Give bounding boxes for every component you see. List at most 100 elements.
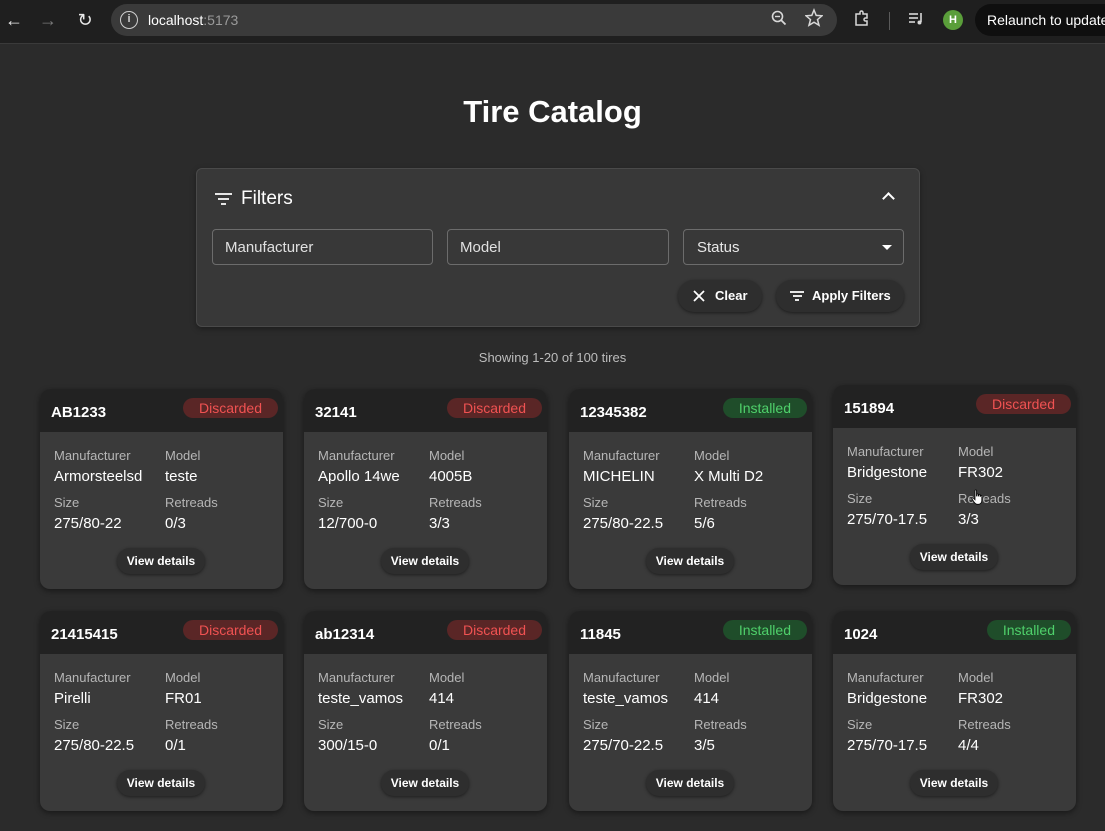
chevron-up-icon[interactable] — [881, 189, 897, 205]
status-select-label: Status — [697, 239, 740, 256]
status-badge: Installed — [986, 620, 1071, 640]
size-label: Size — [318, 717, 344, 732]
dropdown-arrow-icon — [882, 245, 892, 250]
tire-code: 1024 — [844, 626, 878, 643]
retreads-label: Retreads — [165, 717, 218, 732]
manufacturer-label: Manufacturer — [318, 670, 395, 685]
view-details-button[interactable]: View details — [117, 770, 205, 796]
url-host: localhost — [148, 12, 204, 28]
zoom-icon[interactable] — [771, 9, 787, 32]
profile-avatar[interactable]: H — [943, 10, 963, 30]
media-control-icon[interactable] — [906, 9, 926, 29]
model-label: Model — [165, 448, 201, 463]
tire-code: 32141 — [315, 404, 357, 421]
forward-arrow-icon[interactable]: → — [36, 8, 60, 32]
manufacturer-value: teste_vamos — [318, 690, 404, 707]
model-label: Model — [958, 444, 994, 459]
tire-card-header: AB1233 Discarded — [40, 389, 283, 432]
manufacturer-input[interactable] — [213, 230, 432, 264]
status-badge: Installed — [722, 398, 807, 418]
model-value: FR302 — [958, 464, 1004, 481]
tire-card: 151894 Discarded Manufacturer Model Bridgest… — [833, 385, 1076, 585]
size-value: 275/70-22.5 — [583, 737, 664, 754]
view-details-button[interactable]: View details — [910, 770, 998, 796]
status-badge: Discarded — [975, 394, 1071, 414]
manufacturer-label: Manufacturer — [583, 670, 660, 685]
retreads-value: 5/6 — [694, 515, 715, 532]
hand-cursor-icon — [971, 489, 983, 505]
view-details-button[interactable]: View details — [910, 544, 998, 570]
model-label: Model — [165, 670, 201, 685]
manufacturer-value: Bridgestone — [847, 690, 928, 707]
view-details-button[interactable]: View details — [381, 548, 469, 574]
view-details-button[interactable]: View details — [381, 770, 469, 796]
model-label: Model — [429, 448, 465, 463]
manufacturer-value: MICHELIN — [583, 468, 655, 485]
view-details-button[interactable]: View details — [646, 770, 734, 796]
tire-card: 12345382 Installed Manufacturer Model MICHEL… — [569, 389, 812, 589]
model-input[interactable] — [448, 230, 668, 264]
manufacturer-value: teste_vamos — [583, 690, 669, 707]
filter-icon — [790, 291, 804, 301]
extensions-puzzle-icon[interactable] — [852, 9, 872, 29]
retreads-value: 3/3 — [429, 515, 450, 532]
retreads-value: 0/1 — [429, 737, 450, 754]
tire-code: 12345382 — [580, 404, 647, 421]
site-info-icon[interactable]: i — [120, 11, 138, 29]
filters-title: Filters — [241, 188, 293, 209]
manufacturer-value: Armorsteelsd — [54, 468, 143, 485]
clear-button[interactable]: Clear — [678, 280, 762, 312]
retreads-label: Retreads — [165, 495, 218, 510]
manufacturer-label: Manufacturer — [318, 448, 395, 463]
tire-card-header: 1024 Installed — [833, 611, 1076, 654]
retreads-label: Retreads — [429, 717, 482, 732]
retreads-value: 3/5 — [694, 737, 715, 754]
toolbar-divider — [889, 12, 890, 30]
tire-code: 151894 — [844, 400, 895, 417]
size-label: Size — [54, 495, 80, 510]
status-badge: Installed — [722, 620, 807, 640]
url-text[interactable]: localhost:5173 — [148, 12, 238, 28]
size-label: Size — [847, 491, 873, 506]
retreads-value: 0/3 — [165, 515, 186, 532]
tire-card: 32141 Discarded Manufacturer Model Apollo 14… — [304, 389, 547, 589]
manufacturer-label: Manufacturer — [54, 670, 131, 685]
retreads-value: 3/3 — [958, 511, 979, 528]
model-value: 414 — [694, 690, 720, 707]
tire-card-header: 32141 Discarded — [304, 389, 547, 432]
model-label: Model — [958, 670, 994, 685]
size-value: 275/80-22.5 — [583, 515, 664, 532]
tire-card: 21415415 Discarded Manufacturer Model Pirell… — [40, 611, 283, 811]
model-field[interactable] — [447, 229, 669, 265]
view-details-button[interactable]: View details — [646, 548, 734, 574]
apply-filters-label: Apply Filters — [812, 288, 891, 303]
view-details-button[interactable]: View details — [117, 548, 205, 574]
size-value: 275/70-17.5 — [847, 737, 928, 754]
manufacturer-label: Manufacturer — [583, 448, 660, 463]
manufacturer-value: Pirelli — [54, 690, 91, 707]
page-title: Tire Catalog — [463, 94, 642, 129]
relaunch-update-button[interactable]: Relaunch to update — [975, 4, 1105, 36]
manufacturer-field[interactable] — [212, 229, 433, 265]
reload-icon[interactable]: ↻ — [73, 8, 97, 32]
tire-code: ab12314 — [315, 626, 375, 643]
status-badge: Discarded — [446, 620, 542, 640]
retreads-label: Retreads — [694, 717, 747, 732]
size-label: Size — [54, 717, 80, 732]
back-arrow-icon[interactable]: ← — [2, 8, 26, 32]
retreads-label: Retreads — [429, 495, 482, 510]
filters-panel: Filters Status Clear Apply Filters — [196, 168, 920, 327]
model-value: teste — [165, 468, 198, 485]
size-value: 275/80-22 — [54, 515, 122, 532]
tire-card-header: 21415415 Discarded — [40, 611, 283, 654]
model-value: FR302 — [958, 690, 1004, 707]
bookmark-star-icon[interactable] — [804, 7, 824, 34]
results-count: Showing 1-20 of 100 tires — [478, 350, 627, 365]
address-bar[interactable]: i localhost:5173 — [111, 4, 837, 36]
apply-filters-button[interactable]: Apply Filters — [776, 280, 904, 312]
retreads-label: Retreads — [694, 495, 747, 510]
size-label: Size — [318, 495, 344, 510]
manufacturer-label: Manufacturer — [847, 444, 924, 459]
status-select[interactable]: Status — [683, 229, 904, 265]
model-label: Model — [694, 670, 730, 685]
